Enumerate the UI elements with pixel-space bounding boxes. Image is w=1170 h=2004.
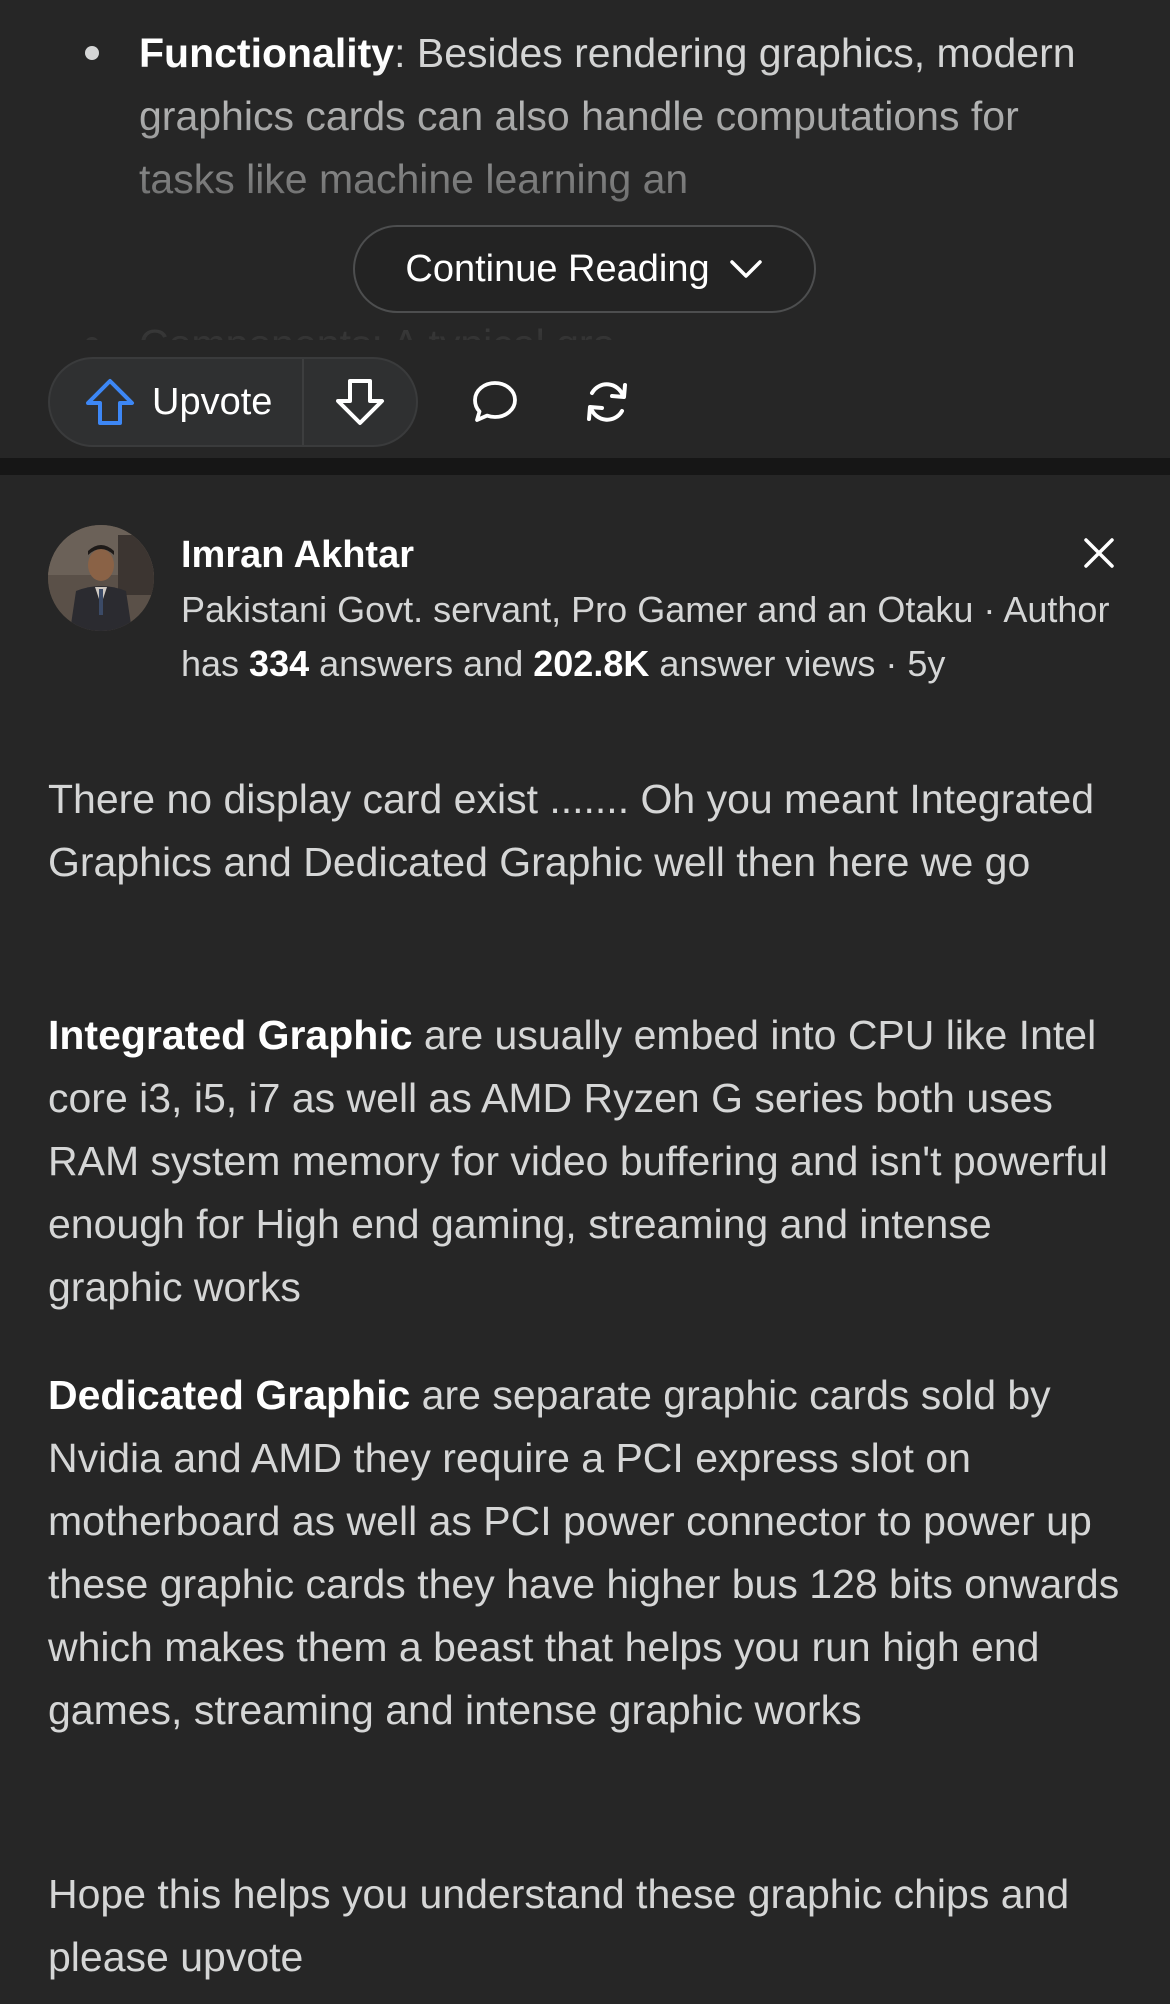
answer-paragraph: Hope this helps you understand these gra… [48, 1871, 1070, 1980]
downvote-button[interactable] [304, 359, 416, 445]
answer-paragraph: Dedicated Graphic are separate graphic c… [48, 1364, 1128, 1742]
bullet-dot [85, 337, 99, 340]
credential-suffix: answer views · 5y [649, 643, 946, 684]
avatar[interactable] [48, 525, 154, 631]
action-bar: Upvote [48, 357, 642, 447]
upvote-button[interactable]: Upvote [50, 359, 305, 445]
author-name[interactable]: Imran Akhtar [181, 532, 414, 578]
answer-paragraph: Integrated Graphic are usually embed int… [48, 1004, 1128, 1319]
upvote-arrow-icon [86, 379, 134, 425]
bullet-body: Components: A typical gra [139, 321, 615, 340]
views-count: 202.8K [533, 643, 650, 684]
continue-reading-button[interactable]: Continue Reading [353, 225, 816, 313]
comment-button[interactable] [460, 367, 530, 437]
bullet-text: Components: A typical gra [139, 313, 1099, 340]
chevron-down-icon [729, 260, 762, 278]
answers-count: 334 [249, 643, 310, 684]
credential-mid: answers and [309, 643, 534, 684]
answer-paragraph: There no display card exist ....... Oh y… [48, 776, 1095, 885]
share-button[interactable] [572, 367, 642, 437]
avatar-image [48, 525, 154, 631]
bullet-term: Functionality [139, 30, 395, 76]
vote-group: Upvote [48, 357, 419, 447]
section-divider [0, 458, 1170, 475]
paragraph-term: Integrated Graphic [48, 1012, 413, 1058]
bullet-dot [85, 46, 99, 60]
continue-reading-label: Continue Reading [405, 247, 710, 290]
downvote-arrow-icon [336, 379, 385, 425]
comment-icon [473, 381, 518, 422]
paragraph-body: are separate graphic cards sold by Nvidi… [48, 1372, 1120, 1733]
share-icon [587, 382, 628, 422]
author-credential: Pakistani Govt. servant, Pro Gamer and a… [181, 583, 1141, 691]
paragraph-term: Dedicated Graphic [48, 1372, 411, 1418]
close-button[interactable] [1076, 530, 1122, 576]
close-icon [1084, 538, 1114, 568]
upvote-label: Upvote [152, 380, 273, 423]
bullet-text: Functionality: Besides rendering graphic… [139, 22, 1099, 211]
previous-answer: Functionality: Besides rendering graphic… [0, 0, 1170, 458]
